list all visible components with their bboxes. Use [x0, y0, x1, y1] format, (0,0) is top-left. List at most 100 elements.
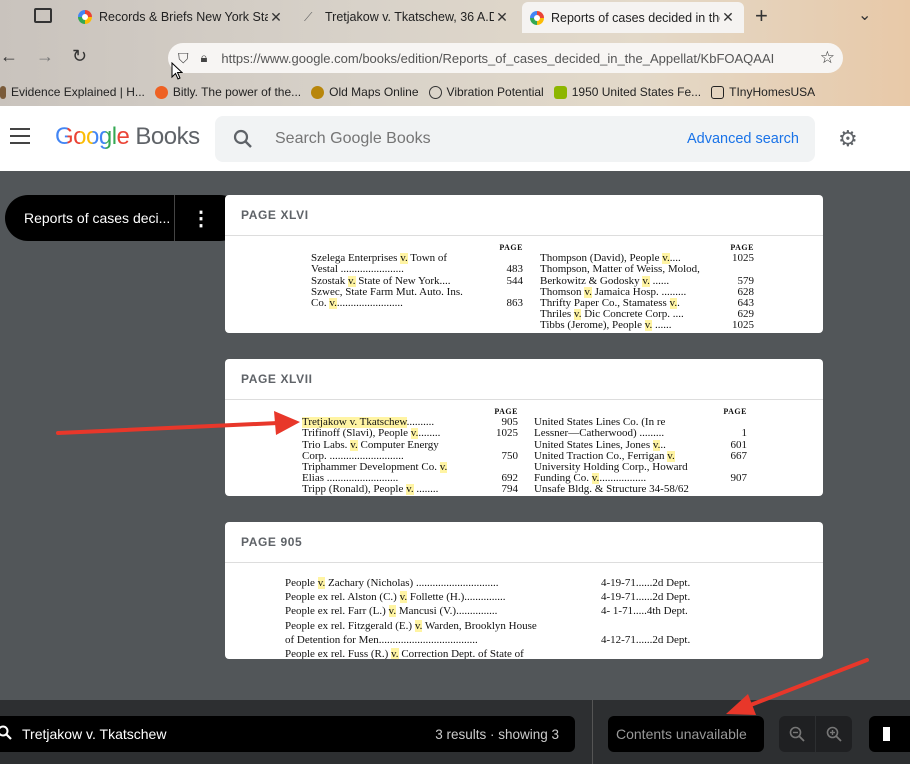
left-column: PAGE Tretjakow v. Tkatschew.......... 905… [302, 407, 519, 496]
bookmark-old-maps[interactable]: Old Maps Online [311, 85, 419, 99]
page-number: 907 [730, 472, 748, 485]
page-number: 667 [730, 449, 748, 462]
bookmarks-bar: Evidence Explained | H... Bitly. The pow… [0, 80, 910, 104]
index-entry: University Holding Corp., Howard [534, 462, 747, 473]
index-entry: Tibbs (Jerome), People v. ...... 1025 [540, 319, 754, 332]
bookmark-bitly[interactable]: Bitly. The power of the... [154, 85, 301, 99]
index-entry: Berkowitz & Godosky v. ...... 579 [540, 274, 754, 287]
advanced-search-link[interactable]: Advanced search [687, 131, 799, 147]
tab-close-icon[interactable]: ✕ [268, 9, 284, 26]
casetext-icon: ⟋ [304, 10, 313, 24]
search-highlight: v. [667, 450, 675, 462]
index-entry: Tretjakow v. Tkatschew.......... 905 [302, 416, 518, 429]
result-page-label: PAGE 905 [225, 522, 823, 563]
page-number: 794 [501, 483, 519, 496]
search-highlight: v. [391, 648, 399, 659]
search-icon [0, 725, 12, 746]
bookmark-vibration[interactable]: Vibration Potential [428, 85, 544, 99]
search-icon[interactable] [233, 129, 253, 149]
result-card-3[interactable]: PAGE 905 People v. Zachary (Nicholas) ..… [225, 522, 823, 659]
globe-icon [428, 85, 442, 99]
index-entry: United States Lines, Jones v... 601 [534, 438, 747, 451]
decision-date: 4-19-71......2d Dept. [601, 577, 691, 589]
url-text[interactable]: https://www.google.com/books/edition/Rep… [221, 51, 801, 66]
search-input[interactable] [273, 129, 657, 149]
old-maps-icon [311, 85, 325, 99]
search-highlight: v. [439, 462, 448, 474]
index-entry: Vestal ....................... 483 [311, 263, 524, 276]
zoom-in-button[interactable] [816, 716, 852, 752]
page-view-button[interactable] [869, 716, 910, 752]
tab-list-chevron-icon[interactable]: ⌄ [858, 5, 871, 25]
search-highlight: v. [399, 591, 408, 604]
index-entry: Trio Labs. v. Computer Energy [302, 439, 518, 451]
tab-records-briefs[interactable]: Records & Briefs New York Sta ✕ [70, 3, 292, 31]
page-number: 1025 [732, 252, 754, 265]
right-column: PAGE United States Lines Co. (In re Less… [534, 407, 748, 496]
google-books-header: GoogleBooks Advanced search ⚙ [0, 106, 910, 172]
more-vert-icon[interactable]: ⋮ [175, 206, 227, 231]
decision-date: 4-19-71......2d Dept. [601, 591, 691, 604]
decision-date [601, 647, 741, 659]
gear-icon[interactable]: ⚙ [838, 126, 858, 152]
bookmark-1950-census[interactable]: 1950 United States Fe... [553, 85, 701, 99]
search-results-area: Reports of cases deci... ⋮ PAGE XLVI PAG… [0, 171, 910, 700]
book-title: Reports of cases deci... [24, 210, 171, 226]
tab-search-icon[interactable] [34, 8, 52, 23]
reload-button[interactable]: ↻ [72, 46, 87, 67]
index-entry: Szwec, State Farm Mut. Auto. Ins. [311, 287, 523, 298]
bookmark-tinyhomes[interactable]: TInyHomesUSA [711, 85, 815, 99]
result-page-label: PAGE XLVII [225, 359, 823, 400]
result-count: 3 results · showing 3 [435, 726, 559, 742]
index-entry: Elias .......................... 692 [302, 472, 518, 485]
address-bar[interactable]: ⛉ 🔒︎ https://www.google.com/books/editio… [168, 43, 843, 73]
search-highlight: v. [406, 484, 414, 496]
search-query: Tretjakow v. Tkatschew [22, 726, 167, 742]
index-entry: Szostak v. State of New York.... 544 [311, 274, 523, 287]
result-card-1[interactable]: PAGE XLVI PAGE Szelega Enterprises v. To… [225, 195, 823, 333]
zoom-out-icon [789, 726, 805, 742]
bottom-toolbar: Tretjakow v. Tkatschew 3 results · showi… [0, 700, 910, 764]
search-highlight: v. [347, 275, 356, 287]
search-highlight: v. [642, 275, 650, 287]
case-entry: People ex rel. Fitzgerald (E.) v. Warden… [285, 619, 741, 633]
case-entry: People ex rel. Farr (L.) v. Mancusi (V.)… [285, 604, 741, 618]
decision-date [601, 619, 741, 633]
result-card-2[interactable]: PAGE XLVII PAGE Tretjakow v. Tkatschew..… [225, 359, 823, 496]
menu-icon[interactable] [10, 128, 30, 149]
left-column: PAGE Szelega Enterprises v. Town of Vest… [311, 243, 524, 310]
page-number: 483 [506, 263, 524, 276]
tab-close-icon[interactable]: ✕ [720, 9, 736, 26]
back-button[interactable]: ← [0, 46, 18, 67]
search-in-book-field[interactable]: Tretjakow v. Tkatschew 3 results · showi… [0, 716, 575, 752]
search-box[interactable]: Advanced search [215, 116, 815, 162]
index-entry: Co. v......................... 863 [311, 297, 524, 310]
tinyhomes-icon [711, 85, 725, 99]
tab-reports-of-cases[interactable]: Reports of cases decided in the ✕ [522, 2, 744, 33]
index-entry: Thriles v. Dic Concrete Corp. .... 629 [540, 308, 754, 321]
tab-tretjakow[interactable]: ⟋ Tretjakow v. Tkatschew, 36 A.D. ✕ [296, 3, 518, 31]
google-icon [530, 10, 544, 25]
zoom-out-button[interactable] [779, 716, 815, 752]
page-number: 863 [506, 297, 524, 310]
search-highlight: Tretjakow v. Tkatschew [302, 417, 407, 429]
new-tab-button[interactable]: + [755, 3, 768, 29]
page-number: 750 [501, 449, 519, 462]
bookmark-evidence-explained[interactable]: Evidence Explained | H... [0, 85, 145, 99]
search-highlight: v. [584, 286, 592, 298]
logo-books: Books [135, 123, 200, 150]
page-scan-snippet: PAGE Tretjakow v. Tkatschew.......... 905… [225, 400, 823, 496]
google-books-logo[interactable]: Google Books [55, 123, 200, 151]
star-icon[interactable]: ☆ [820, 48, 835, 68]
index-entry: United States Lines Co. (In re [534, 417, 747, 428]
contents-dropdown[interactable]: Contents unavailable [608, 716, 764, 752]
lock-icon[interactable]: 🔒︎ [201, 50, 208, 66]
case-entry: People v. Zachary (Nicholas) ...........… [285, 576, 741, 590]
address-row: ← → ↻ ⛉ 🔒︎ https://www.google.com/books/… [0, 38, 910, 78]
book-title-pill[interactable]: Reports of cases deci... ⋮ [5, 195, 243, 241]
index-entry: Lessner—Catherwood) ......... 1 [534, 427, 747, 440]
tab-close-icon[interactable]: ✕ [494, 9, 510, 26]
forward-button[interactable]: → [36, 46, 54, 67]
index-entry: Thomson v. Jamaica Hosp. ......... 628 [540, 285, 754, 298]
case-entry: People ex rel. Fuss (R.) v. Correction D… [285, 647, 741, 659]
